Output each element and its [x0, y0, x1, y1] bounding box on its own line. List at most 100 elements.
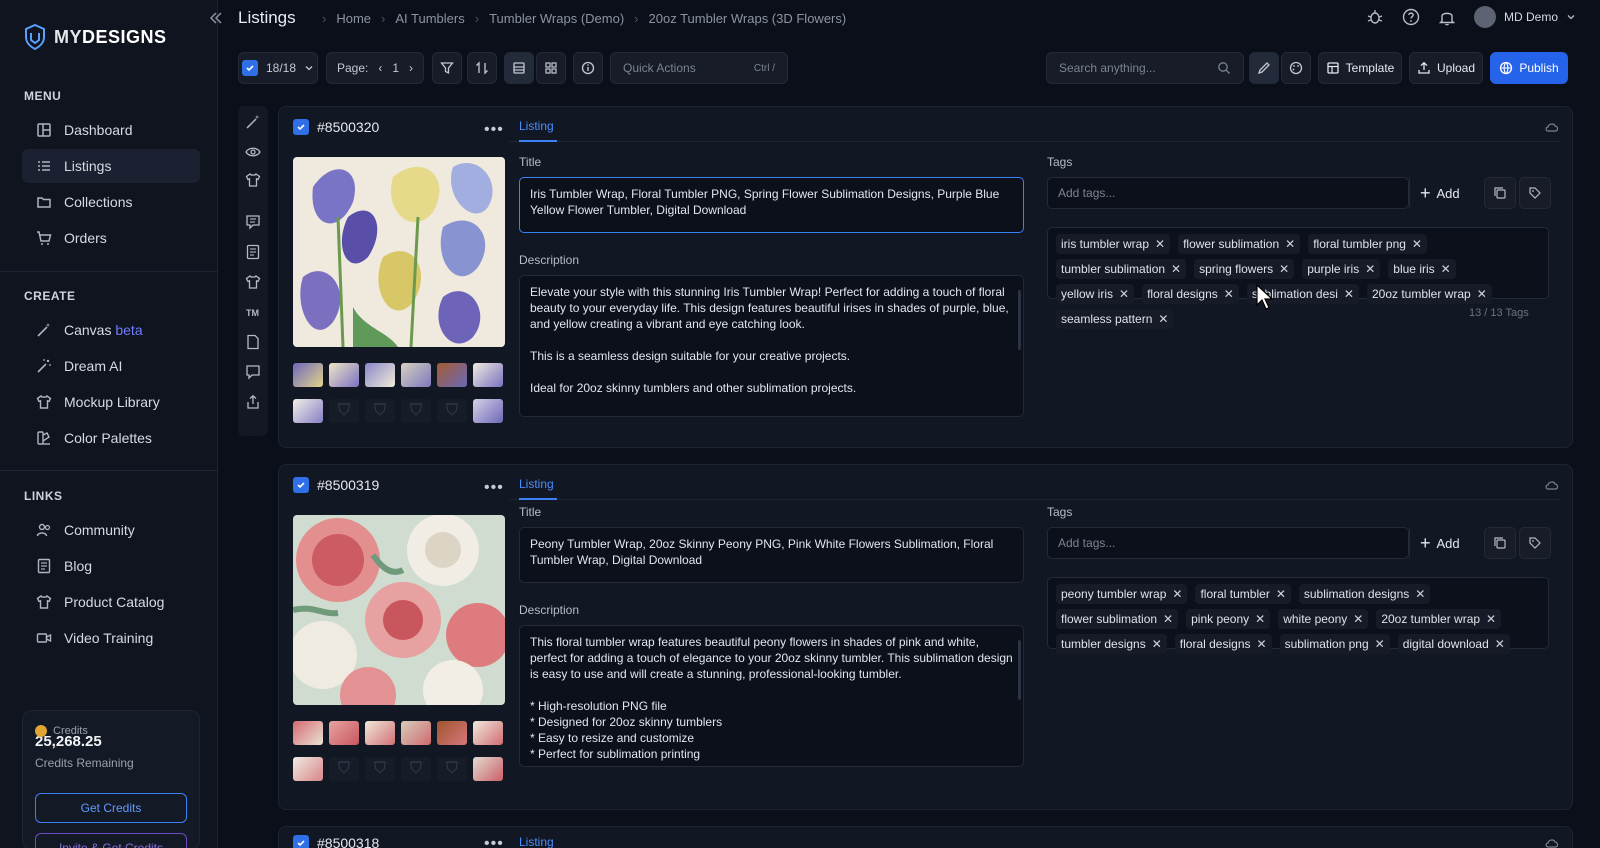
more-options-icon[interactable]: ••• [484, 479, 504, 497]
remove-tag-icon[interactable]: ✕ [1495, 637, 1505, 651]
next-page-icon[interactable]: › [409, 61, 413, 75]
brand-logo[interactable]: MYDESIGNS [24, 24, 167, 50]
sidebar-item-dream-ai[interactable]: Dream AI [22, 349, 200, 383]
filter-button[interactable] [432, 52, 462, 84]
more-options-icon[interactable]: ••• [484, 835, 504, 848]
more-options-icon[interactable]: ••• [484, 121, 504, 139]
sort-button[interactable] [467, 52, 497, 84]
title-input[interactable]: Peony Tumbler Wrap, 20oz Skinny Peony PN… [519, 527, 1024, 583]
remove-tag-icon[interactable]: ✕ [1158, 312, 1168, 326]
search-input[interactable]: Search anything... [1046, 52, 1244, 84]
add-tag-button[interactable]: + Add [1409, 177, 1477, 209]
remove-tag-icon[interactable]: ✕ [1276, 587, 1286, 601]
sidebar-item-community[interactable]: Community [22, 513, 200, 547]
remove-tag-icon[interactable]: ✕ [1155, 237, 1165, 251]
sidebar-item-mockup-library[interactable]: Mockup Library [22, 385, 200, 419]
select-all-dropdown[interactable]: 18/18 [238, 52, 318, 84]
thumbnail[interactable] [365, 363, 395, 387]
bell-icon[interactable] [1438, 8, 1456, 26]
notes-icon[interactable] [245, 214, 261, 230]
empty-thumbnail[interactable]: ⛉ [401, 757, 431, 781]
scrollbar[interactable] [1018, 290, 1021, 350]
tab-listing[interactable]: Listing [519, 477, 554, 491]
magic-wand-icon[interactable] [245, 114, 261, 130]
sidebar-item-listings[interactable]: Listings [22, 149, 200, 183]
thumbnail[interactable] [437, 721, 467, 745]
add-tags-input[interactable]: Add tags... [1047, 177, 1409, 209]
listing-main-image[interactable] [293, 515, 505, 705]
empty-thumbnail[interactable]: ⛉ [437, 757, 467, 781]
tab-listing[interactable]: Listing [519, 119, 554, 133]
thumbnail[interactable] [473, 757, 503, 781]
add-tags-input[interactable]: Add tags... [1047, 527, 1409, 559]
remove-tag-icon[interactable]: ✕ [1255, 612, 1265, 626]
remove-tag-icon[interactable]: ✕ [1477, 287, 1487, 301]
share-icon[interactable] [245, 394, 261, 410]
sidebar-item-color-palettes[interactable]: Color Palettes [22, 421, 200, 455]
list-view-button[interactable] [504, 52, 534, 84]
thumbnail[interactable] [293, 363, 323, 387]
tab-listing[interactable]: Listing [519, 835, 554, 848]
listing-checkbox[interactable] [293, 835, 309, 848]
remove-tag-icon[interactable]: ✕ [1365, 262, 1375, 276]
remove-tag-icon[interactable]: ✕ [1279, 262, 1289, 276]
empty-thumbnail[interactable]: ⛉ [365, 757, 395, 781]
remove-tag-icon[interactable]: ✕ [1412, 237, 1422, 251]
description-input[interactable]: This floral tumbler wrap features beauti… [519, 625, 1024, 767]
sidebar-item-canvas[interactable]: Canvas beta [22, 313, 200, 347]
remove-tag-icon[interactable]: ✕ [1375, 637, 1385, 651]
thumbnail[interactable] [473, 399, 503, 423]
sidebar-item-collections[interactable]: Collections [22, 185, 200, 219]
remove-tag-icon[interactable]: ✕ [1119, 287, 1129, 301]
remove-tag-icon[interactable]: ✕ [1152, 637, 1162, 651]
trademark-icon[interactable]: TM [245, 304, 261, 320]
description-input[interactable]: Elevate your style with this stunning Ir… [519, 275, 1024, 417]
sidebar-item-dashboard[interactable]: Dashboard [22, 113, 200, 147]
cloud-sync-icon[interactable] [1544, 477, 1560, 493]
thumbnail[interactable] [329, 363, 359, 387]
user-menu[interactable]: MD Demo [1473, 6, 1576, 28]
cloud-sync-icon[interactable] [1544, 119, 1560, 135]
breadcrumb-ai-tumblers[interactable]: AI Tumblers [395, 11, 464, 26]
remove-tag-icon[interactable]: ✕ [1486, 612, 1496, 626]
shirt-icon[interactable] [245, 172, 261, 188]
remove-tag-icon[interactable]: ✕ [1415, 587, 1425, 601]
thumbnail[interactable] [293, 721, 323, 745]
remove-tag-icon[interactable]: ✕ [1441, 262, 1451, 276]
quick-actions-input[interactable]: Quick Actions Ctrl / [610, 52, 788, 84]
copy-tags-button[interactable] [1484, 177, 1516, 209]
grid-view-button[interactable] [536, 52, 566, 84]
prev-page-icon[interactable]: ‹ [378, 61, 382, 75]
scrollbar[interactable] [1018, 640, 1021, 700]
remove-tag-icon[interactable]: ✕ [1224, 287, 1234, 301]
template-button[interactable]: Template [1318, 52, 1402, 84]
remove-tag-icon[interactable]: ✕ [1344, 287, 1354, 301]
thumbnail[interactable] [437, 363, 467, 387]
file-icon[interactable] [245, 334, 261, 350]
listing-checkbox[interactable] [293, 477, 309, 493]
document-icon[interactable] [245, 244, 261, 260]
thumbnail[interactable] [365, 721, 395, 745]
palette-mode-button[interactable] [1281, 52, 1311, 84]
thumbnail[interactable] [473, 721, 503, 745]
empty-thumbnail[interactable]: ⛉ [329, 399, 359, 423]
info-button[interactable] [573, 52, 603, 84]
edit-mode-button[interactable] [1249, 52, 1279, 84]
empty-thumbnail[interactable]: ⛉ [329, 757, 359, 781]
page-number[interactable]: 1 [392, 61, 399, 75]
shirt-icon[interactable] [245, 274, 261, 290]
get-credits-button[interactable]: Get Credits [35, 793, 187, 823]
help-icon[interactable] [1402, 8, 1420, 26]
upload-button[interactable]: Upload [1409, 52, 1483, 84]
remove-tag-icon[interactable]: ✕ [1163, 612, 1173, 626]
listing-checkbox[interactable] [293, 119, 309, 135]
thumbnail[interactable] [401, 363, 431, 387]
sidebar-item-orders[interactable]: Orders [22, 221, 200, 255]
empty-thumbnail[interactable]: ⛉ [437, 399, 467, 423]
remove-tag-icon[interactable]: ✕ [1353, 612, 1363, 626]
add-tag-button[interactable]: + Add [1409, 527, 1477, 559]
cloud-sync-icon[interactable] [1544, 835, 1560, 848]
invite-get-credits-button[interactable]: Invite & Get Credits [35, 833, 187, 848]
thumbnail[interactable] [329, 721, 359, 745]
breadcrumb-tumbler-wraps[interactable]: Tumbler Wraps (Demo) [489, 11, 624, 26]
